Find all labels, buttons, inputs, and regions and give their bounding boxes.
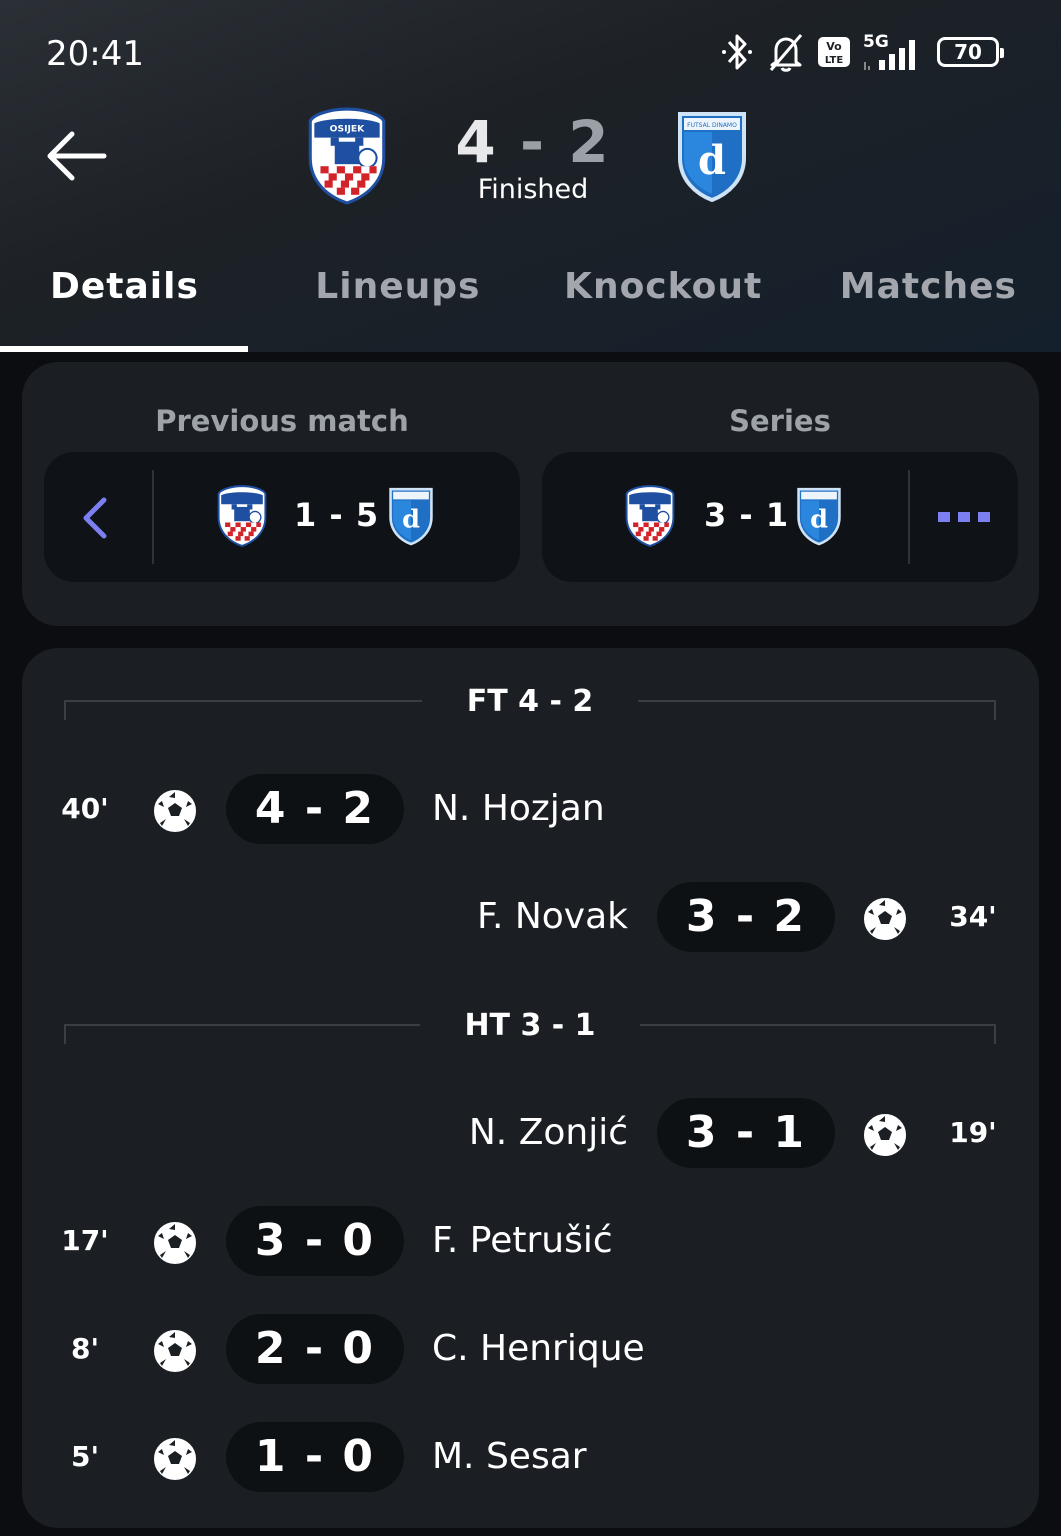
soccer-ball-icon — [152, 1328, 198, 1374]
tab-matches[interactable]: Matches — [796, 258, 1061, 352]
event-player: F. Novak — [477, 896, 628, 937]
tab-bar: Details Lineups Knockout Matches — [0, 258, 1061, 352]
away-team-crest[interactable]: FUTSAL DINAMO — [676, 110, 748, 202]
pill-divider — [152, 470, 154, 564]
event-score: 4 - 2 — [226, 774, 404, 844]
chevron-left-icon[interactable] — [78, 496, 112, 540]
status-time: 20:41 — [46, 34, 144, 74]
away-crest-text: FUTSAL DINAMO — [687, 122, 737, 129]
fulltime-label: FT 4 - 2 — [466, 684, 594, 719]
volte-icon: Vo LTE — [818, 37, 850, 67]
match-context-card: Previous match Series 1 - 5 3 - 1 — [22, 362, 1039, 626]
previous-match-label: Previous match — [155, 404, 409, 438]
soccer-ball-icon — [152, 788, 198, 834]
home-team-crest[interactable]: OSIJEK — [306, 107, 388, 205]
tab-lineups[interactable]: Lineups — [265, 258, 530, 352]
event-player: C. Henrique — [432, 1328, 645, 1369]
final-score: 4 - 2 — [440, 108, 626, 176]
score-separator: - — [519, 108, 547, 176]
match-status: Finished — [477, 174, 589, 205]
event-score: 3 - 2 — [657, 882, 835, 952]
event-minute: 8' — [70, 1332, 100, 1365]
more-dots-icon[interactable] — [938, 510, 990, 524]
event-player: N. Zonjić — [468, 1112, 628, 1153]
svg-text:Vo: Vo — [826, 40, 842, 53]
event-minute: 17' — [61, 1224, 109, 1257]
bluetooth-icon — [722, 34, 752, 70]
soccer-ball-icon — [152, 1436, 198, 1482]
soccer-ball-icon — [862, 1112, 908, 1158]
event-player: N. Hozjan — [432, 788, 605, 829]
event-score: 3 - 0 — [226, 1206, 404, 1276]
previous-match-pill[interactable]: 1 - 5 — [44, 452, 520, 582]
soccer-ball-icon — [152, 1220, 198, 1266]
away-score: 2 — [568, 108, 611, 176]
section-divider — [640, 1024, 996, 1044]
home-team-crest — [216, 484, 268, 548]
home-team-crest — [624, 484, 676, 548]
away-team-crest — [796, 486, 842, 546]
bell-off-icon — [769, 34, 803, 72]
event-minute: 5' — [70, 1440, 100, 1473]
battery-icon: 70 — [937, 37, 1004, 67]
event-minute: 19' — [949, 1116, 997, 1149]
series-label: Series — [729, 404, 831, 438]
tab-knockout[interactable]: Knockout — [531, 258, 796, 352]
event-score: 2 - 0 — [226, 1314, 404, 1384]
home-crest-text: OSIJEK — [330, 124, 365, 135]
event-minute: 34' — [949, 900, 997, 933]
svg-text:LTE: LTE — [825, 55, 844, 66]
event-score: 1 - 0 — [226, 1422, 404, 1492]
event-minute: 40' — [61, 792, 109, 825]
event-score: 3 - 1 — [657, 1098, 835, 1168]
home-score: 4 — [455, 108, 498, 176]
series-pill[interactable]: 3 - 1 — [542, 452, 1018, 582]
pill-divider — [908, 470, 910, 564]
match-events-card: FT 4 - 2 40' 4 - 2 N. Hozjan F. Novak 3 … — [22, 648, 1039, 1528]
back-arrow-icon[interactable] — [44, 128, 108, 184]
previous-match-score: 1 - 5 — [294, 496, 380, 534]
away-team-crest — [388, 486, 434, 546]
event-player: F. Petrušić — [432, 1220, 613, 1261]
section-divider — [64, 700, 422, 720]
status-icons: Vo LTE 5G 70 — [719, 32, 1004, 72]
signal-icon: 5G — [863, 32, 925, 72]
series-score: 3 - 1 — [704, 496, 790, 534]
section-divider — [638, 700, 996, 720]
match-header: 20:41 Vo LTE 5G 70 OSIJEK 4 - 2 Finished… — [0, 0, 1061, 352]
section-divider — [64, 1024, 420, 1044]
soccer-ball-icon — [862, 896, 908, 942]
tab-details[interactable]: Details — [0, 258, 265, 352]
event-player: M. Sesar — [432, 1436, 587, 1477]
halftime-label: HT 3 - 1 — [464, 1008, 596, 1043]
